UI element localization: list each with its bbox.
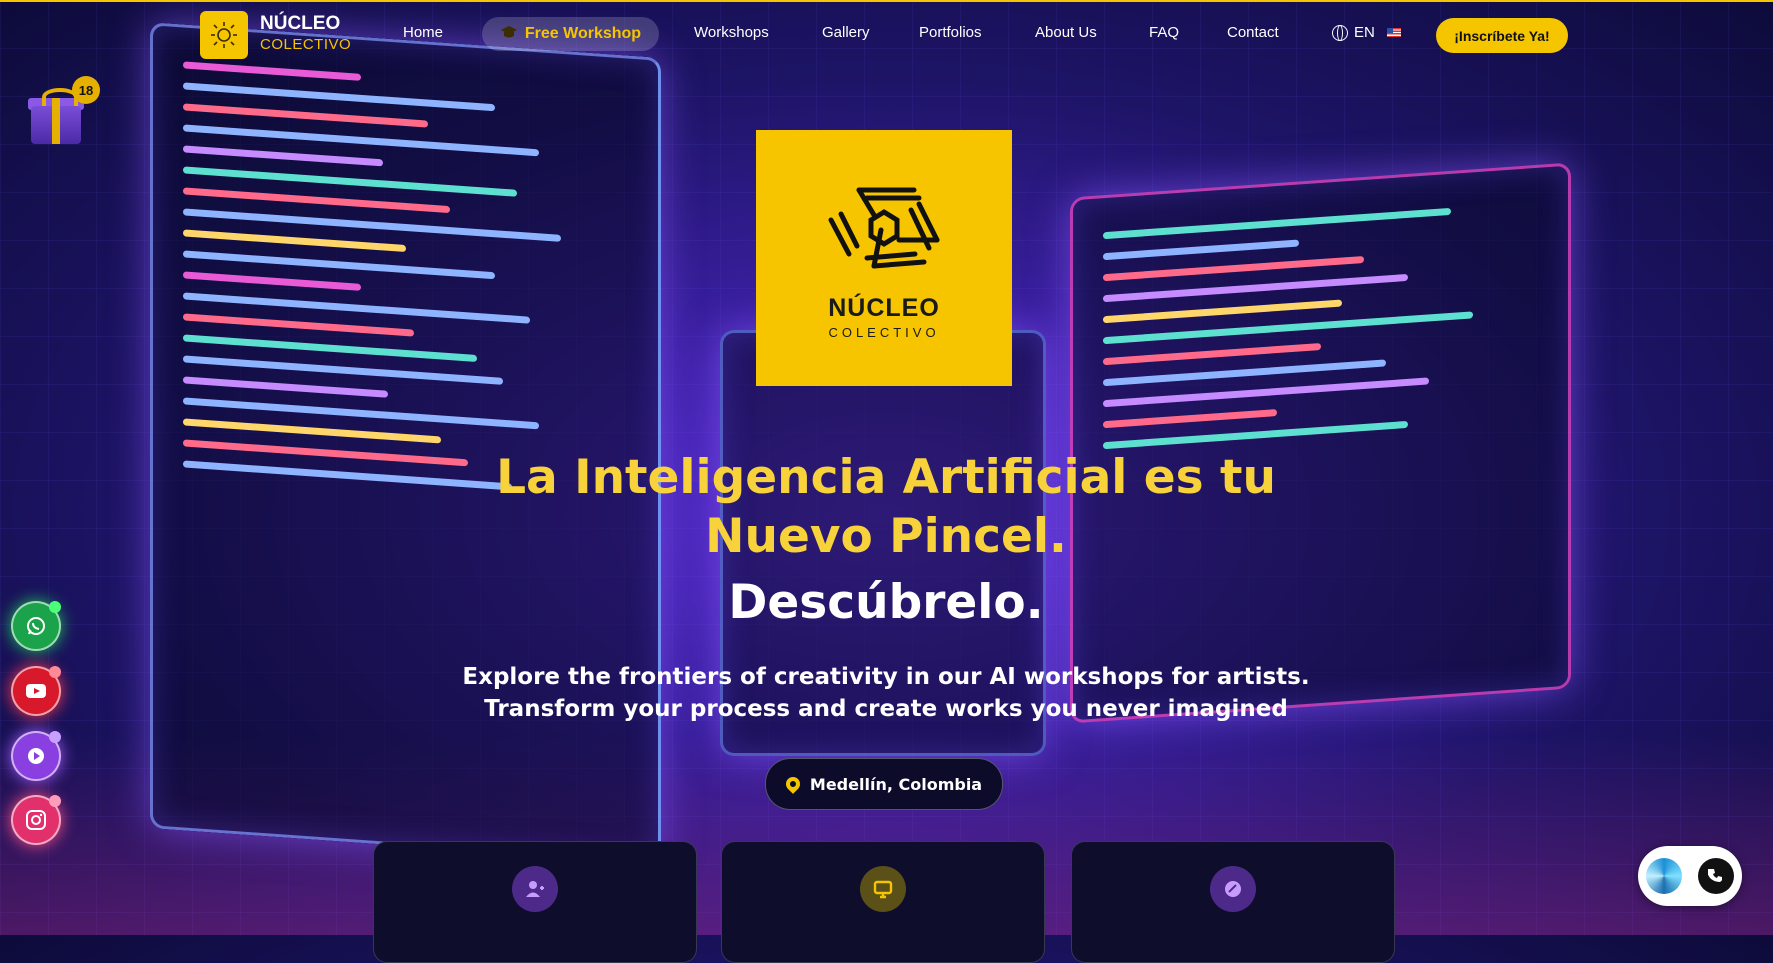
background-code-screen-right — [1070, 162, 1571, 724]
assistant-orb-icon[interactable] — [1646, 858, 1682, 894]
hero-subtitle: Descúbrelo. — [728, 575, 1044, 630]
nav-portfolios[interactable]: Portfolios — [919, 24, 982, 41]
hero-description: Explore the frontiers of creativity in o… — [386, 661, 1386, 725]
nav-gallery[interactable]: Gallery — [822, 24, 870, 41]
feature-card[interactable] — [373, 841, 697, 963]
nucleo-emblem-icon — [828, 187, 940, 269]
media-player-button[interactable] — [11, 731, 61, 781]
youtube-icon — [26, 684, 46, 698]
youtube-button[interactable] — [11, 666, 61, 716]
graduation-cap-icon — [500, 25, 518, 44]
main-navbar: NÚCLEO COLECTIVO Home Free Workshop Work… — [0, 2, 1773, 64]
nav-free-workshop-label: Free Workshop — [524, 25, 642, 42]
hero-logo-name: NÚCLEO — [828, 294, 940, 322]
hero-description-line2: Transform your process and create works … — [484, 696, 1288, 722]
status-dot — [49, 601, 61, 613]
brand-subtitle[interactable]: COLECTIVO — [260, 36, 351, 53]
language-label: EN — [1354, 24, 1375, 41]
language-selector[interactable]: EN — [1332, 24, 1401, 41]
gift-count-badge: 18 — [72, 76, 100, 104]
signup-button[interactable]: ¡Inscríbete Ya! — [1436, 18, 1568, 53]
location-label: Medellín, Colombia — [809, 774, 983, 794]
status-dot — [49, 795, 61, 807]
nav-faq[interactable]: FAQ — [1149, 24, 1179, 41]
hero-title: La Inteligencia Artificial es tu Nuevo P… — [386, 448, 1386, 566]
instagram-icon — [26, 810, 46, 830]
play-icon — [28, 748, 44, 764]
user-plus-icon — [512, 866, 558, 912]
status-dot — [49, 731, 61, 743]
nav-contact[interactable]: Contact — [1227, 24, 1279, 41]
instagram-button[interactable] — [11, 795, 61, 845]
feature-card[interactable] — [1071, 841, 1395, 963]
palette-icon — [1210, 866, 1256, 912]
nav-free-workshop[interactable]: Free Workshop — [482, 17, 659, 51]
brand-logo-icon[interactable] — [200, 11, 248, 59]
monitor-icon — [860, 866, 906, 912]
location-badge[interactable]: Medellín, Colombia — [765, 758, 1003, 810]
nav-about[interactable]: About Us — [1035, 24, 1097, 41]
hero-logo: NÚCLEO COLECTIVO — [756, 130, 1012, 386]
hero-title-line2: Nuevo Pincel. — [705, 509, 1067, 564]
status-dot — [49, 666, 61, 678]
globe-icon — [1332, 24, 1348, 41]
nav-home[interactable]: Home — [403, 24, 443, 41]
whatsapp-icon — [27, 617, 45, 635]
map-pin-icon — [783, 774, 803, 794]
brand-name[interactable]: NÚCLEO — [260, 13, 340, 35]
us-flag-icon — [1386, 28, 1401, 37]
hero-description-line1: Explore the frontiers of creativity in o… — [462, 664, 1310, 690]
phone-icon — [1708, 869, 1722, 882]
hero-title-line1: La Inteligencia Artificial es tu — [496, 450, 1276, 505]
contact-widget[interactable] — [1638, 846, 1742, 906]
background-code-screen-left — [150, 22, 661, 864]
phone-call-button[interactable] — [1698, 858, 1734, 894]
whatsapp-button[interactable] — [11, 601, 61, 651]
feature-card[interactable] — [721, 841, 1045, 963]
nav-workshops[interactable]: Workshops — [694, 24, 769, 41]
hero-logo-sub: COLECTIVO — [828, 325, 940, 340]
